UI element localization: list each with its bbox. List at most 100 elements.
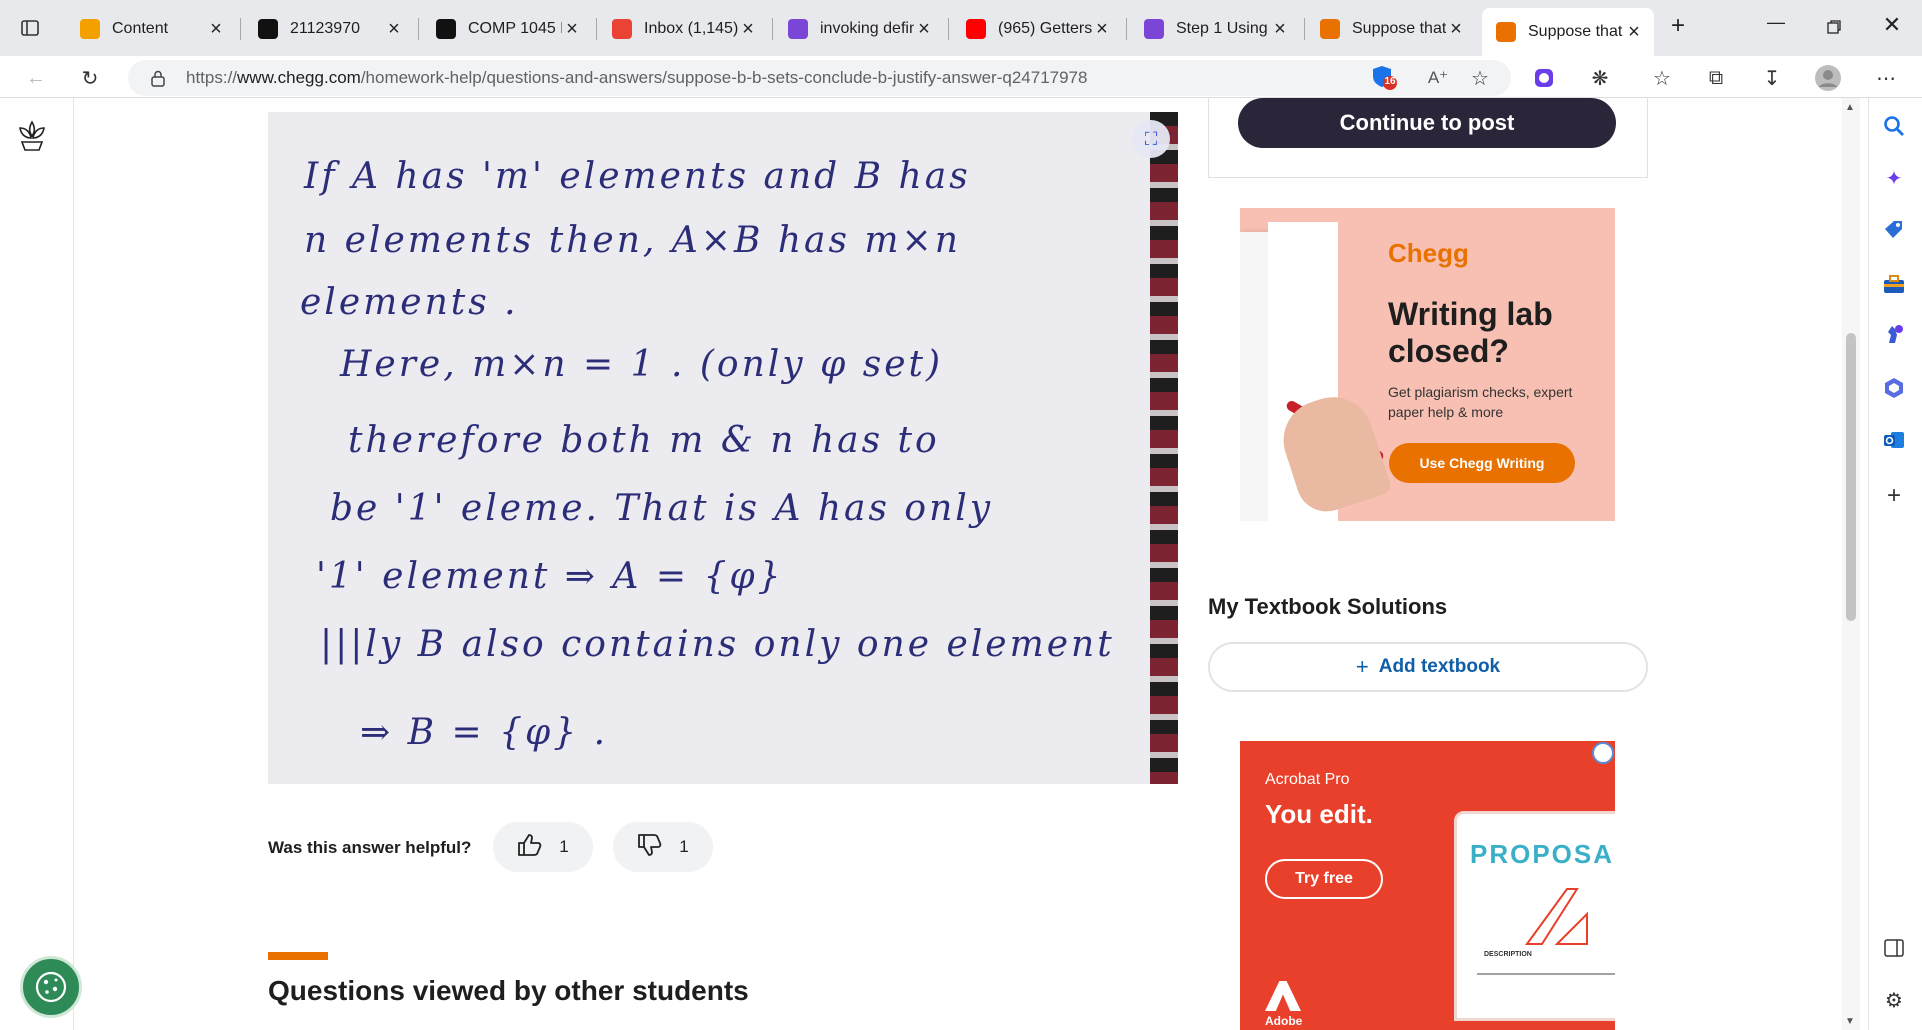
handwritten-line: n elements then, A×B has m×n xyxy=(304,220,961,261)
thumbs-down-button[interactable]: 1 xyxy=(613,822,713,872)
ad-info-icon[interactable] xyxy=(1592,742,1614,764)
close-tab-icon[interactable]: × xyxy=(1092,18,1112,41)
close-tab-icon[interactable]: × xyxy=(1270,18,1290,41)
scroll-down-arrow-icon[interactable]: ▼ xyxy=(1845,1016,1855,1027)
yahoo-icon xyxy=(788,19,808,39)
shopping-tag-icon[interactable] xyxy=(1880,216,1908,244)
expand-image-icon[interactable]: ⛶ xyxy=(1132,120,1170,158)
handwritten-line: elements . xyxy=(300,282,519,323)
handwritten-line: therefore both m & n has to xyxy=(348,420,940,461)
close-tab-icon[interactable]: × xyxy=(562,18,582,41)
adobe-wordmark: Adobe xyxy=(1265,1014,1303,1028)
close-tab-icon[interactable]: × xyxy=(1446,18,1466,41)
copilot-sparkle-icon[interactable]: ✦ xyxy=(1880,164,1908,192)
url-text[interactable]: https://www.chegg.com/homework-help/ques… xyxy=(186,68,1087,88)
add-textbook-button[interactable]: + Add textbook xyxy=(1208,642,1648,692)
tab-actions-icon[interactable] xyxy=(16,14,44,42)
url-host: www.chegg.com xyxy=(237,68,361,87)
browser-tab[interactable]: Step 1 Using tl × xyxy=(1130,10,1300,48)
tab-title: 21123970 xyxy=(290,20,360,37)
cookie-settings-icon[interactable] xyxy=(20,956,82,1018)
read-aloud-icon[interactable]: A⁺ xyxy=(1424,64,1452,92)
sidebar-toggle-icon[interactable] xyxy=(1880,934,1908,962)
toolbox-icon[interactable] xyxy=(1880,270,1908,298)
youtube-icon xyxy=(966,19,986,39)
browser-tab[interactable]: Content × xyxy=(66,10,236,48)
extensions-puzzle-icon[interactable]: ❋ xyxy=(1586,64,1614,92)
acrobat-ad[interactable]: Acrobat Pro You edit. Try free PROPOSAL … xyxy=(1240,741,1615,1030)
tab-title: Suppose that / xyxy=(1352,20,1446,37)
outlook-icon[interactable] xyxy=(1880,426,1908,454)
yahoo-icon xyxy=(1144,19,1164,39)
browser-tab[interactable]: (965) Getters a× xyxy=(952,10,1122,48)
tab-separator xyxy=(772,18,773,40)
browser-tab[interactable]: Inbox (1,145) - × xyxy=(598,10,768,48)
extension-badge-count: 16 xyxy=(1384,76,1396,87)
settings-gear-icon[interactable]: ⚙ xyxy=(1880,986,1908,1014)
favorites-list-icon[interactable]: ☆ xyxy=(1648,64,1676,92)
thumbs-up-button[interactable]: 1 xyxy=(493,822,593,872)
tab-title: (965) Getters a xyxy=(998,20,1092,37)
microsoft365-icon[interactable] xyxy=(1880,374,1908,402)
scrollbar-thumb[interactable] xyxy=(1846,333,1856,621)
close-tab-icon[interactable]: × xyxy=(1624,21,1644,44)
use-chegg-writing-button[interactable]: Use Chegg Writing xyxy=(1389,443,1575,483)
downloads-icon[interactable]: ↧ xyxy=(1758,64,1786,92)
thumbs-up-icon xyxy=(517,833,543,862)
answer-image: If A has 'm' elements and B has n elemen… xyxy=(268,112,1178,784)
try-free-button[interactable]: Try free xyxy=(1265,859,1383,899)
tab-title: Step 1 Using tl xyxy=(1176,20,1270,37)
search-icon[interactable] xyxy=(1880,112,1908,140)
handwritten-line: '1' element ⇒ A = {φ} xyxy=(316,556,784,597)
add-sidebar-app-icon[interactable]: + xyxy=(1880,482,1908,510)
gmail-icon xyxy=(612,19,632,39)
profile-avatar-icon[interactable] xyxy=(1814,64,1842,92)
handwritten-line: If A has 'm' elements and B has xyxy=(304,156,971,197)
ad-subtext: Get plagiarism checks, expert paper help… xyxy=(1388,384,1573,420)
close-tab-icon[interactable]: × xyxy=(384,18,404,41)
notebook-binding xyxy=(1150,112,1178,784)
lock-icon[interactable] xyxy=(144,64,172,92)
chegg-icon xyxy=(1496,22,1516,42)
refresh-icon[interactable]: ↻ xyxy=(76,64,104,92)
close-tab-icon[interactable]: × xyxy=(914,18,934,41)
continue-to-post-button[interactable]: Continue to post xyxy=(1238,98,1616,148)
close-window-button[interactable]: ✕ xyxy=(1872,12,1912,44)
plus-icon: + xyxy=(1355,654,1369,679)
url-path: /homework-help/questions-and-answers/sup… xyxy=(360,68,1088,87)
handwritten-line: Here, m×n = 1 . (only φ set) xyxy=(340,344,944,385)
address-bar[interactable]: https://www.chegg.com/homework-help/ques… xyxy=(128,60,1511,96)
ad-product: Acrobat Pro xyxy=(1265,771,1350,788)
tab-title: invoking defin xyxy=(820,20,914,37)
browser-tab[interactable]: Suppose that / × xyxy=(1306,10,1476,48)
close-tab-icon[interactable]: × xyxy=(738,18,758,41)
textbook-solutions-title: My Textbook Solutions xyxy=(1208,594,1448,619)
tab-separator xyxy=(1126,18,1127,40)
browser-tab[interactable]: COMP 1045 La× xyxy=(422,10,592,48)
back-arrow-icon[interactable]: ← xyxy=(22,64,50,92)
tab-separator xyxy=(596,18,597,40)
color-extension-icon[interactable] xyxy=(1530,64,1558,92)
minimize-button[interactable]: — xyxy=(1756,12,1796,44)
helpful-question: Was this answer helpful? xyxy=(268,838,472,857)
collections-icon[interactable]: ⧉ xyxy=(1702,64,1730,92)
dislike-count: 1 xyxy=(679,837,689,856)
close-tab-icon[interactable]: × xyxy=(206,18,226,41)
ad-headline: You edit. xyxy=(1265,799,1373,829)
chegg-logo-icon[interactable] xyxy=(14,118,50,154)
handwritten-line: |||ly B also contains only one element xyxy=(320,624,1115,665)
games-icon[interactable] xyxy=(1880,320,1908,348)
chegg-writing-ad[interactable]: Chegg Writing lab closed? Get plagiarism… xyxy=(1240,208,1615,521)
tab-title: Content xyxy=(112,20,169,37)
scroll-up-arrow-icon[interactable]: ▲ xyxy=(1845,102,1855,113)
questions-viewed-title: Questions viewed by other students xyxy=(268,975,749,1006)
browser-tab[interactable]: 21123970 × xyxy=(244,10,414,48)
browser-tab[interactable]: invoking defin × xyxy=(774,10,944,48)
favorite-star-icon[interactable]: ☆ xyxy=(1466,64,1494,92)
settings-more-icon[interactable]: ⋯ xyxy=(1872,64,1900,92)
chegg-icon xyxy=(1320,19,1340,39)
new-tab-button[interactable]: + xyxy=(1658,12,1698,44)
left-rail xyxy=(0,98,74,1030)
restore-button[interactable] xyxy=(1814,12,1854,44)
browser-tab[interactable]: Suppose that / × xyxy=(1482,8,1654,56)
